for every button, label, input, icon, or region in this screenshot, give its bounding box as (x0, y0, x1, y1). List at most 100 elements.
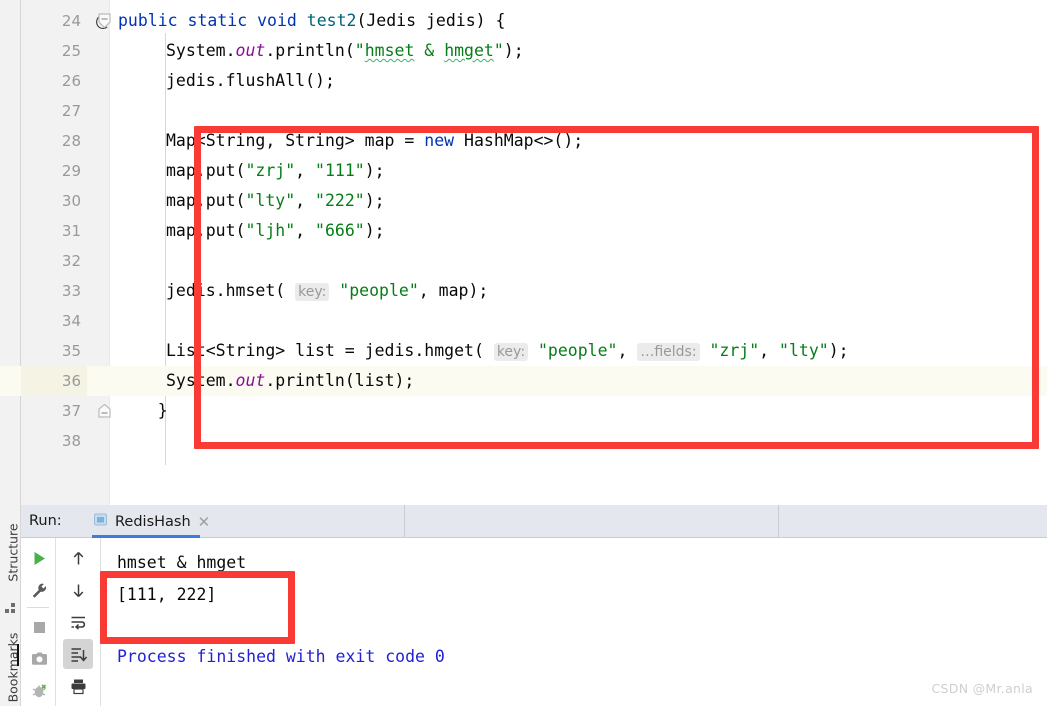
code-token: Map<String, String> map = (166, 131, 425, 150)
code-token: } (118, 401, 168, 420)
run-tab-bar: Run: RedisHash ✕ (21, 505, 1047, 538)
code-token: jedis.flushAll(); (166, 71, 335, 90)
code-token: hmset (364, 41, 415, 60)
line-number: 32 (61, 252, 81, 270)
run-toolbar-primary[interactable] (21, 538, 56, 706)
parameter-hint: key: (493, 343, 529, 361)
code-token: void (257, 11, 307, 30)
run-tool-window[interactable]: Structure Bookmarks Run: RedisHash ✕ hms… (0, 505, 1047, 706)
code-token: , (295, 221, 316, 240)
left-tool-rail[interactable]: Structure Bookmarks (0, 505, 21, 706)
code-line: 27 (0, 96, 1047, 126)
code-line: 34 (0, 306, 1047, 336)
code-text[interactable]: System.out.println(list); (166, 366, 414, 396)
rerun-button[interactable] (24, 543, 54, 573)
code-text[interactable]: map.put("ljh", "666"); (166, 216, 385, 246)
line-number: 24 (61, 12, 81, 30)
line-number: 25 (61, 42, 81, 60)
code-line: 30 map.put("lty", "222"); (0, 186, 1047, 216)
code-token: HashMap<>(); (464, 131, 584, 150)
code-text[interactable]: jedis.flushAll(); (166, 66, 335, 96)
settings-button[interactable] (24, 575, 54, 605)
line-number: 31 (61, 222, 81, 240)
structure-icon (5, 600, 17, 613)
print-button[interactable] (63, 671, 93, 701)
stop-button[interactable] (24, 612, 54, 642)
arrow-down-icon (73, 584, 83, 597)
close-icon[interactable]: ✕ (198, 513, 211, 531)
code-token: "people" (537, 341, 618, 360)
code-text[interactable]: map.put("zrj", "111"); (166, 156, 385, 186)
line-number: 34 (61, 312, 81, 330)
code-text[interactable]: jedis.hmset( key: "people", map); (166, 276, 488, 306)
bug-icon (32, 683, 46, 697)
code-token: ); (364, 221, 385, 240)
prev-occurrence-button[interactable] (63, 543, 93, 573)
run-toolbar-secondary[interactable] (57, 538, 101, 706)
tab-divider-2 (778, 505, 779, 538)
code-text[interactable]: System.out.println("hmset & hmget"); (166, 36, 524, 66)
console-line: Process finished with exit code 0 (117, 647, 445, 666)
run-tab-redishash[interactable]: RedisHash ✕ (89, 505, 220, 538)
code-token: .println( (265, 41, 355, 60)
soft-wrap-button[interactable] (63, 607, 93, 637)
stop-square-icon (33, 621, 45, 633)
code-token: "lty" (779, 341, 829, 360)
code-token: out (235, 371, 266, 390)
code-token: out (235, 41, 266, 60)
code-text[interactable]: Map<String, String> map = new HashMap<>(… (166, 126, 583, 156)
soft-wrap-icon (71, 616, 85, 630)
console-line: [111, 222] (117, 585, 217, 604)
fold-expand-icon[interactable] (96, 396, 113, 426)
code-editor[interactable]: 24@public static void test2(Jedis jedis)… (0, 0, 1047, 505)
code-token: "666" (315, 221, 365, 240)
fold-collapse-icon[interactable] (96, 6, 113, 36)
line-number: 38 (61, 432, 81, 450)
code-token: & (414, 41, 445, 60)
code-token: " (354, 41, 365, 60)
code-token: jedis.hmset( (166, 281, 296, 300)
sidebar-item-bookmarks[interactable]: Bookmarks (6, 633, 21, 703)
code-token: .println(list); (265, 371, 415, 390)
play-icon (34, 551, 45, 565)
code-token: ); (364, 191, 385, 210)
console-output[interactable]: hmset & hmget [111, 222] Process finished … (101, 538, 1047, 706)
code-line: 24@public static void test2(Jedis jedis)… (0, 6, 1047, 36)
code-token: public (118, 11, 188, 30)
code-line: 37 } (0, 396, 1047, 426)
code-line: 31 map.put("ljh", "666"); (0, 216, 1047, 246)
line-number: 33 (61, 282, 81, 300)
code-token: List<String> list = jedis.hmget( (166, 341, 494, 360)
toolbar-separator (27, 607, 49, 608)
next-occurrence-button[interactable] (63, 575, 93, 605)
scroll-to-end-icon (71, 647, 87, 662)
sidebar-item-structure[interactable]: Structure (6, 518, 21, 588)
code-text[interactable]: public static void test2(Jedis jedis) { (118, 6, 505, 36)
code-line: 28 Map<String, String> map = new HashMap<… (0, 126, 1047, 156)
code-token: "ljh" (245, 221, 296, 240)
code-token: "zrj" (245, 161, 296, 180)
screenshot-button[interactable] (24, 644, 54, 674)
parameter-hint: …fields: (637, 343, 700, 361)
camera-icon (31, 652, 47, 665)
code-line: 33 jedis.hmset( key: "people", map); (0, 276, 1047, 306)
code-text[interactable]: List<String> list = jedis.hmget( key: "p… (166, 336, 849, 366)
code-token: ); (364, 161, 385, 180)
debug-button[interactable] (24, 676, 54, 706)
arrow-up-icon (73, 551, 83, 564)
code-text[interactable]: } (118, 396, 168, 426)
code-line: 29 map.put("zrj", "111"); (0, 156, 1047, 186)
code-token: hmget (444, 41, 494, 60)
code-token: "111" (315, 161, 365, 180)
code-line: 32 (0, 246, 1047, 276)
line-number: 30 (61, 192, 81, 210)
scroll-to-end-button[interactable] (63, 639, 93, 669)
line-number: 36 (21, 366, 87, 396)
code-text[interactable]: map.put("lty", "222"); (166, 186, 385, 216)
line-number: 28 (61, 132, 81, 150)
tab-divider-1 (404, 505, 405, 538)
line-number: 27 (61, 102, 81, 120)
console-caret (17, 644, 19, 666)
